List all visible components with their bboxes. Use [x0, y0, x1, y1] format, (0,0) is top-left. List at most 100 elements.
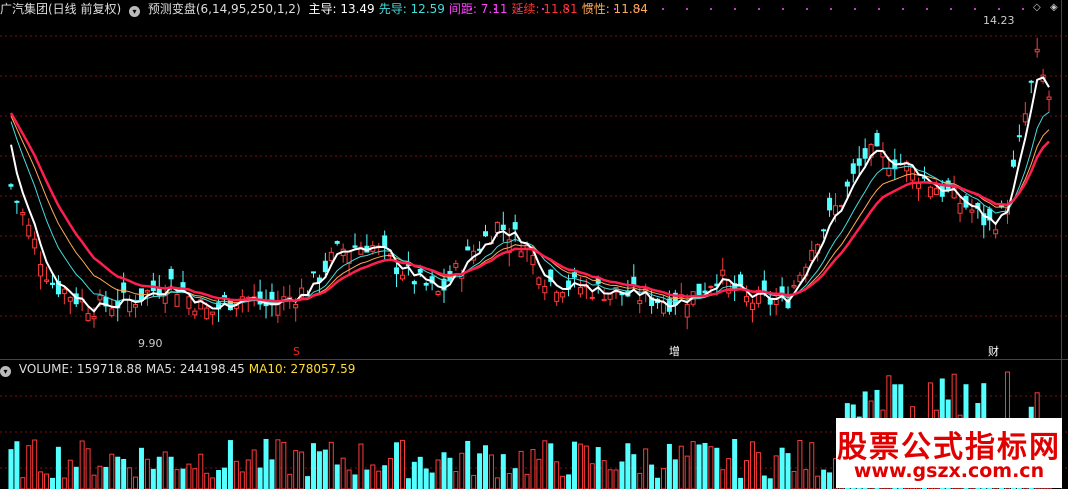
indicator-value-1: 先导: 12.59 — [378, 2, 445, 16]
signal-dot — [830, 8, 832, 10]
volume-bar — [690, 441, 696, 489]
candle-body — [293, 303, 299, 309]
volume-bar — [631, 454, 637, 489]
stock-title[interactable]: 广汽集团(日线 前复权) — [0, 2, 121, 16]
volume-bar — [263, 438, 269, 489]
signal-dot — [878, 8, 880, 10]
candle-body — [844, 181, 850, 187]
dropdown-icon[interactable]: ▾ — [0, 366, 11, 377]
volume-bar — [429, 472, 435, 489]
candle-body — [483, 231, 489, 237]
volume-bar — [755, 452, 761, 489]
volume-bar — [115, 456, 121, 489]
volume-bar — [684, 455, 690, 489]
event-mark-cai[interactable]: 财 — [988, 346, 999, 358]
volume-bar — [127, 467, 133, 489]
volume-bar — [459, 452, 465, 489]
volume-bar — [542, 440, 548, 489]
volume-bar — [744, 460, 750, 489]
volume-bar — [554, 461, 560, 489]
volume-bar — [417, 456, 423, 489]
candle-body — [14, 200, 20, 203]
volume-bar — [625, 443, 631, 489]
candle-body — [738, 274, 744, 286]
volume-bar — [477, 453, 483, 489]
volume-bar — [560, 475, 566, 489]
candle-body — [702, 290, 708, 294]
volume-bar — [791, 470, 797, 489]
volume-bar — [328, 441, 334, 489]
candle-body — [382, 235, 388, 248]
candle-body — [631, 276, 637, 286]
volume-bar — [352, 474, 358, 489]
candle-body — [708, 285, 714, 288]
volume-bar — [222, 467, 228, 489]
indicator-name[interactable]: 预测变盘(6,14,95,250,1,2) — [148, 2, 301, 16]
candle-body — [453, 262, 459, 268]
volume-bar — [708, 446, 714, 489]
volume-bar — [696, 444, 702, 489]
candle-body — [1016, 135, 1022, 138]
signal-dot — [1022, 8, 1024, 10]
signal-dot — [782, 8, 784, 10]
volume-bar — [186, 463, 192, 489]
signal-dot — [734, 8, 736, 10]
volume-bar — [55, 446, 61, 489]
volume-bar — [180, 468, 186, 489]
kline-chart[interactable] — [0, 0, 1068, 489]
volume-bar — [619, 461, 625, 489]
volume-bar — [732, 438, 738, 489]
volume-bar — [322, 449, 328, 489]
candle-body — [423, 282, 429, 286]
candle-body — [957, 202, 963, 214]
candle-body — [174, 294, 180, 307]
candle-body — [530, 255, 536, 266]
settings-icon[interactable]: ◈ — [1050, 2, 1058, 13]
volume-bar — [103, 466, 109, 489]
volume-bar — [595, 447, 601, 489]
candle-body — [916, 182, 922, 189]
signal-dot — [950, 8, 952, 10]
dropdown-icon[interactable]: ▾ — [129, 6, 141, 17]
candle-body — [49, 282, 55, 285]
volume-bar — [91, 474, 97, 489]
volume-bar — [334, 464, 340, 489]
candle-body — [927, 186, 933, 198]
event-mark-zeng[interactable]: 增 — [669, 346, 680, 358]
volume-bar — [672, 459, 678, 489]
candle-body — [660, 302, 666, 314]
candle-body — [328, 251, 334, 262]
volume-bar — [162, 451, 168, 489]
candle-body — [168, 268, 174, 280]
volume-bar — [797, 439, 803, 489]
volume-bar — [257, 467, 263, 489]
volume-bar — [435, 459, 441, 489]
volume-bar — [144, 458, 150, 489]
volume-bar — [660, 468, 666, 489]
candle-body — [417, 269, 423, 273]
volume-bar — [168, 456, 174, 489]
candle-body — [684, 304, 690, 318]
volume-bar — [483, 445, 489, 489]
volume-bar — [97, 465, 103, 489]
volume-bar — [109, 453, 115, 489]
volume-bar — [388, 457, 394, 489]
volume-bar — [494, 477, 500, 489]
event-mark-s[interactable]: S — [293, 346, 300, 358]
candle-body — [749, 302, 755, 311]
signal-dot — [686, 8, 688, 10]
candle-body — [67, 296, 73, 302]
volume-bar — [453, 471, 459, 489]
candle-body — [322, 260, 328, 273]
candle-body — [637, 300, 643, 305]
candle-body — [192, 310, 198, 316]
volume-bar — [245, 459, 251, 489]
volume-bar — [358, 443, 364, 489]
candle-body — [44, 279, 50, 282]
candle-body — [542, 286, 548, 294]
volume-bar — [613, 469, 619, 489]
scale-toggle-icon[interactable]: ◇ — [1033, 2, 1041, 13]
signal-dot — [926, 8, 928, 10]
candle-body — [518, 251, 524, 258]
signal-dot — [710, 8, 712, 10]
